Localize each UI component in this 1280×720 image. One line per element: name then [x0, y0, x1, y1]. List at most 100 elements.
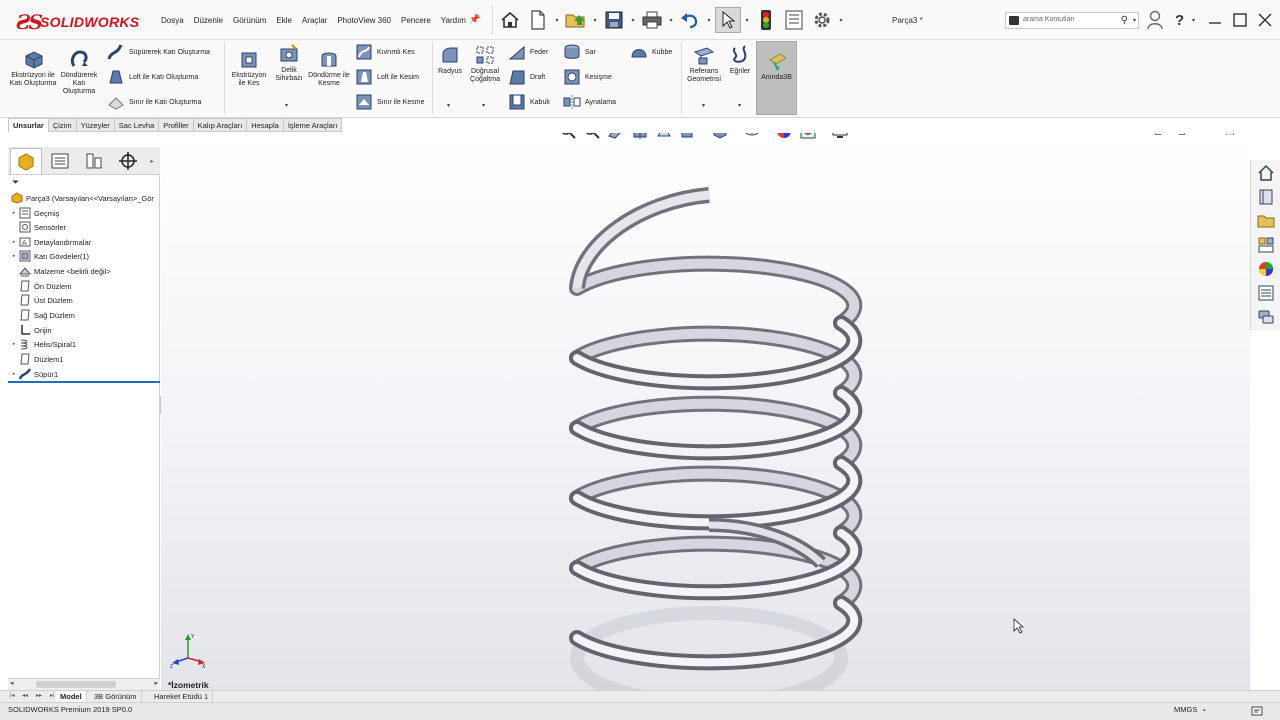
apply-scene-icon[interactable]: [797, 133, 819, 142]
tree-root-part[interactable]: Parça3 (Varsayılan<<Varsayılan>_Gör: [10, 191, 154, 205]
fillet-button[interactable]: Radyus: [435, 44, 465, 76]
open-dropdown-icon[interactable]: ▾: [591, 7, 599, 33]
view-orientation-dropdown-icon[interactable]: ▾: [701, 133, 707, 135]
tree-item-helix[interactable]: ▸ Helis/Spiral1: [10, 337, 76, 351]
zoom-to-fit-icon[interactable]: [557, 133, 579, 142]
tree-item-material[interactable]: Malzeme <belirli değil>: [10, 264, 111, 278]
menu-view[interactable]: Görünüm: [228, 14, 271, 28]
extrude-cut-button[interactable]: Ekstrüzyon ile Kes: [228, 48, 270, 88]
minimize-viewport-icon[interactable]: —: [1198, 133, 1214, 140]
units-dropdown-icon[interactable]: ▴: [1203, 707, 1206, 713]
file-properties-icon[interactable]: [781, 7, 807, 33]
swept-boss-button[interactable]: Süpürerek Katı Oluşturma: [107, 43, 210, 61]
expand-icon[interactable]: ▸: [10, 371, 18, 377]
dimxpert-tab[interactable]: [112, 148, 144, 174]
maximize-window-icon[interactable]: [1231, 11, 1249, 29]
section-view-icon[interactable]: [629, 133, 651, 142]
intersect-button[interactable]: Kesişme: [563, 68, 612, 86]
hole-wizard-button[interactable]: Delik Sihirbazı: [270, 43, 308, 83]
hide-show-dropdown-icon[interactable]: ▾: [765, 133, 771, 135]
rib-button[interactable]: Feder: [508, 43, 548, 61]
swept-cut-button[interactable]: Kıvrımlı Kes: [355, 43, 415, 61]
next-tab-icon[interactable]: ▸▸: [36, 692, 42, 699]
undo-dropdown-icon[interactable]: ▾: [705, 7, 713, 33]
display-style-dropdown-icon[interactable]: ▾: [733, 133, 739, 135]
new-dropdown-icon[interactable]: ▾: [553, 7, 561, 33]
file-explorer-icon[interactable]: [1255, 210, 1277, 232]
prev-tab-icon[interactable]: ◂◂: [22, 692, 28, 699]
revolve-cut-button[interactable]: Döndürme ile Kesme: [308, 48, 350, 88]
scroll-thumb[interactable]: [36, 681, 116, 688]
close-window-icon[interactable]: [1256, 11, 1274, 29]
hole-wizard-dropdown-icon[interactable]: ▾: [285, 102, 288, 109]
graphics-viewport[interactable]: ▾ ▾ ▾ ▾ ▾ ⊏ ⊐ — ❐ ✕ Z X Y *İzometrik: [161, 133, 1250, 690]
tree-item-top-plane[interactable]: Üst Düzlem: [10, 293, 73, 307]
linear-pattern-button[interactable]: Doğrusal Çoğaltma: [467, 44, 503, 84]
tab-3d-views[interactable]: 3B Görünüm: [90, 691, 142, 702]
design-library-icon[interactable]: [1255, 186, 1277, 208]
property-manager-tab[interactable]: [44, 148, 76, 174]
mirror-button[interactable]: Aynalama: [563, 93, 616, 111]
display-style-icon[interactable]: [709, 133, 731, 142]
horizontal-scrollbar[interactable]: ◂ ▸: [8, 678, 160, 690]
search-dropdown-icon[interactable]: ▾: [1133, 17, 1136, 24]
tree-item-origin[interactable]: Orijin: [10, 323, 52, 337]
save-icon[interactable]: [601, 7, 627, 33]
reference-geometry-button[interactable]: Referans Geometrisi: [683, 44, 725, 84]
menu-help[interactable]: Yardım: [436, 14, 471, 28]
options-gear-icon[interactable]: [809, 7, 835, 33]
appearances-scenes-icon[interactable]: [1255, 258, 1277, 280]
tree-item-sensors[interactable]: Sensörler: [10, 220, 66, 234]
shell-button[interactable]: Kabuk: [508, 93, 550, 111]
tab-surfaces[interactable]: Yüzeyler: [76, 118, 115, 132]
filter-icon[interactable]: ⏷: [12, 177, 19, 188]
tab-machining-tools[interactable]: İşleme Araçları: [283, 118, 343, 132]
minimize-window-icon[interactable]: [1206, 11, 1224, 29]
view-settings-dropdown-icon[interactable]: ▾: [853, 133, 859, 135]
feature-tree-tab[interactable]: [10, 148, 42, 174]
apply-scene-dropdown-icon[interactable]: ▾: [821, 133, 827, 135]
menu-tools[interactable]: Araçlar: [297, 14, 332, 28]
search-icon[interactable]: ⚲: [1121, 15, 1128, 26]
menu-insert[interactable]: Ekle: [271, 14, 297, 28]
rollback-bar[interactable]: [8, 381, 160, 383]
fm-tabs-more[interactable]: ▸: [146, 148, 158, 174]
first-tab-icon[interactable]: |◂: [10, 692, 15, 699]
search-commands-box[interactable]: arama Komutları ⚲ ▾: [1005, 12, 1139, 29]
reference-geometry-dropdown-icon[interactable]: ▾: [702, 102, 705, 109]
instant3d-button[interactable]: Anında3B: [756, 41, 797, 115]
rebuild-icon[interactable]: [753, 7, 779, 33]
home-icon[interactable]: [497, 7, 523, 33]
fillet-dropdown-icon[interactable]: ▾: [447, 102, 450, 109]
edit-appearance-icon[interactable]: [773, 133, 795, 142]
close-viewport-icon[interactable]: ✕: [1246, 133, 1251, 140]
tab-motion-study[interactable]: Hareket Etüdü 1: [150, 691, 214, 702]
tree-item-right-plane[interactable]: Sağ Düzlem: [10, 308, 75, 322]
print-icon[interactable]: [639, 7, 665, 33]
menu-photoview[interactable]: PhotoView 360: [332, 14, 396, 28]
print-dropdown-icon[interactable]: ▾: [667, 7, 675, 33]
user-account-icon[interactable]: [1147, 10, 1163, 30]
solidworks-logo[interactable]: ƧS SOLIDWORKS: [16, 10, 139, 34]
restore-viewport-icon[interactable]: ❐: [1222, 133, 1238, 140]
previous-view-icon[interactable]: [605, 133, 627, 142]
tree-item-annotations[interactable]: ▸ A Detaylandırmalar: [10, 235, 91, 249]
rebuild-status-icon[interactable]: [1251, 705, 1263, 717]
open-document-icon[interactable]: [563, 7, 589, 33]
boundary-cut-button[interactable]: Sınır ile Kesme: [355, 93, 424, 111]
select-icon[interactable]: [715, 7, 741, 33]
unit-system[interactable]: MMGS: [1174, 705, 1197, 714]
tab-sketch[interactable]: Çizim: [48, 118, 77, 132]
tree-item-history[interactable]: ▸ Geçmiş: [10, 206, 59, 220]
tab-profiles[interactable]: Profiller: [159, 118, 194, 132]
boundary-boss-button[interactable]: Sınır ile Katı Oluşturma: [107, 93, 201, 111]
hide-show-items-icon[interactable]: [741, 133, 763, 142]
last-tab-icon[interactable]: ▸|: [50, 692, 55, 699]
search-input[interactable]: arama Komutları: [1023, 16, 1075, 23]
wrap-button[interactable]: Sar: [563, 43, 596, 61]
select-dropdown-icon[interactable]: ▾: [743, 7, 751, 33]
expand-icon[interactable]: ▸: [10, 210, 18, 216]
help-dropdown-icon[interactable]: ▾: [1192, 17, 1195, 24]
menu-edit[interactable]: Düzenle: [189, 14, 228, 28]
scroll-left-icon[interactable]: ◂: [10, 679, 14, 687]
